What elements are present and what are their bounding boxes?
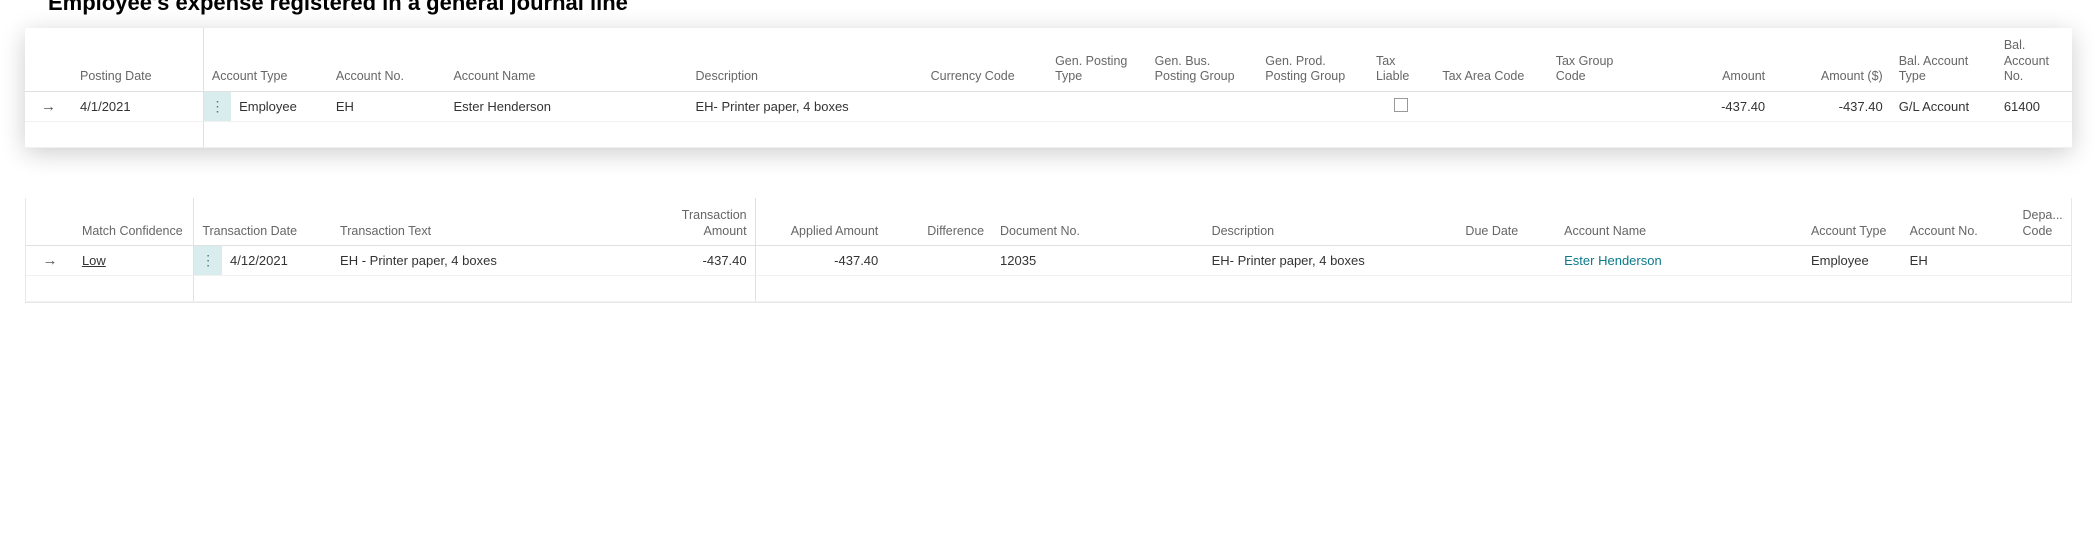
journal-header-row: Posting Date Account Type Account No. Ac…	[25, 28, 2072, 91]
col-tax-area-code[interactable]: Tax Area Code	[1434, 28, 1547, 91]
cell-account-name[interactable]: Ester Henderson	[445, 91, 687, 121]
vertical-dots-icon: ⋮	[201, 253, 215, 267]
cell-gen-bus-posting-group[interactable]	[1147, 91, 1258, 121]
cell-difference[interactable]	[886, 246, 992, 276]
cell-account-type[interactable]: Employee	[1803, 246, 1902, 276]
journal-panel: Posting Date Account Type Account No. Ac…	[25, 28, 2072, 148]
col-document-no[interactable]: Document No.	[992, 198, 1204, 246]
col-account-type[interactable]: Account Type	[1803, 198, 1902, 246]
col-account-name[interactable]: Account Name	[1556, 198, 1803, 246]
cell-sep	[755, 246, 780, 276]
recon-row[interactable]: → Low ⋮ 4/12/2021 EH - Printer paper, 4 …	[26, 246, 2071, 276]
col-gen-posting-type[interactable]: Gen. Posting Type	[1047, 28, 1147, 91]
col-amount[interactable]: Amount	[1642, 28, 1773, 91]
arrow-right-icon: →	[42, 252, 57, 269]
col-transaction-amount[interactable]: Transaction Amount	[635, 198, 755, 246]
cell-account-no[interactable]: EH	[1902, 246, 2015, 276]
col-match-confidence[interactable]: Match Confidence	[74, 198, 194, 246]
cell-transaction-amount[interactable]: -437.40	[635, 246, 755, 276]
page-title: Employee's expense registered in a gener…	[0, 0, 2097, 28]
cell-account-no[interactable]: EH	[328, 91, 446, 121]
col-posting-date[interactable]: Posting Date	[72, 28, 203, 91]
cell-amount[interactable]: -437.40	[1642, 91, 1773, 121]
col-description[interactable]: Description	[687, 28, 922, 91]
col-account-name[interactable]: Account Name	[445, 28, 687, 91]
col-difference[interactable]: Difference	[886, 198, 992, 246]
journal-blank-row[interactable]	[25, 121, 2072, 147]
checkbox-unchecked-icon[interactable]	[1394, 98, 1408, 112]
cell-account-name[interactable]: Ester Henderson	[1556, 246, 1803, 276]
cell-currency-code[interactable]	[923, 91, 1047, 121]
cell-applied-amount[interactable]: -437.40	[781, 246, 887, 276]
cell-depa-code[interactable]	[2014, 246, 2071, 276]
cell-due-date[interactable]	[1457, 246, 1556, 276]
cell-description[interactable]: EH- Printer paper, 4 boxes	[687, 91, 922, 121]
col-account-type[interactable]: Account Type	[203, 28, 327, 91]
cell-posting-date[interactable]: 4/1/2021	[72, 91, 203, 121]
col-transaction-date[interactable]: Transaction Date	[194, 198, 332, 246]
col-bal-account-no[interactable]: Bal. Account No.	[1996, 28, 2072, 91]
col-due-date[interactable]: Due Date	[1457, 198, 1556, 246]
row-select-arrow[interactable]: →	[25, 91, 72, 121]
match-confidence-link[interactable]: Low	[82, 253, 106, 268]
account-name-link[interactable]: Ester Henderson	[1564, 253, 1662, 268]
cell-description[interactable]: EH- Printer paper, 4 boxes	[1204, 246, 1458, 276]
cell-gen-posting-type[interactable]	[1047, 91, 1147, 121]
cell-document-no[interactable]: 12035	[992, 246, 1204, 276]
col-gen-prod-posting-group[interactable]: Gen. Prod. Posting Group	[1257, 28, 1368, 91]
cell-tax-liable[interactable]	[1368, 91, 1434, 121]
col-select	[26, 198, 74, 246]
col-applied-amount[interactable]: Applied Amount	[781, 198, 887, 246]
row-actions-button[interactable]: ⋮	[203, 91, 231, 121]
cell-amount-local[interactable]: -437.40	[1773, 91, 1891, 121]
vertical-dots-icon: ⋮	[210, 99, 224, 113]
journal-table: Posting Date Account Type Account No. Ac…	[25, 28, 2072, 148]
col-sep	[755, 198, 780, 246]
recon-blank-row[interactable]	[26, 276, 2071, 302]
recon-panel: Match Confidence Transaction Date Transa…	[25, 198, 2072, 303]
col-transaction-text[interactable]: Transaction Text	[332, 198, 635, 246]
recon-header-row: Match Confidence Transaction Date Transa…	[26, 198, 2071, 246]
col-depa-code[interactable]: Depa... Code	[2014, 198, 2071, 246]
cell-account-type[interactable]: Employee	[231, 91, 328, 121]
col-account-no[interactable]: Account No.	[328, 28, 446, 91]
cell-match-confidence[interactable]: Low	[74, 246, 194, 276]
cell-bal-account-no[interactable]: 61400	[1996, 91, 2072, 121]
col-amount-local[interactable]: Amount ($)	[1773, 28, 1891, 91]
col-currency-code[interactable]: Currency Code	[923, 28, 1047, 91]
row-select-arrow[interactable]: →	[26, 246, 74, 276]
cell-transaction-text[interactable]: EH - Printer paper, 4 boxes	[332, 246, 635, 276]
col-description[interactable]: Description	[1204, 198, 1458, 246]
arrow-right-icon: →	[41, 98, 56, 115]
col-gen-bus-posting-group[interactable]: Gen. Bus. Posting Group	[1147, 28, 1258, 91]
recon-table: Match Confidence Transaction Date Transa…	[26, 198, 2071, 302]
col-bal-account-type[interactable]: Bal. Account Type	[1891, 28, 1996, 91]
journal-row[interactable]: → 4/1/2021 ⋮ Employee EH Ester Henderson…	[25, 91, 2072, 121]
cell-bal-account-type[interactable]: G/L Account	[1891, 91, 1996, 121]
cell-transaction-date[interactable]: 4/12/2021	[222, 246, 332, 276]
cell-tax-area-code[interactable]	[1434, 91, 1547, 121]
col-tax-liable[interactable]: Tax Liable	[1368, 28, 1434, 91]
cell-gen-prod-posting-group[interactable]	[1257, 91, 1368, 121]
cell-tax-group-code[interactable]	[1548, 91, 1642, 121]
col-account-no[interactable]: Account No.	[1902, 198, 2015, 246]
row-actions-button[interactable]: ⋮	[194, 246, 222, 276]
col-tax-group-code[interactable]: Tax Group Code	[1548, 28, 1642, 91]
col-select	[25, 28, 72, 91]
